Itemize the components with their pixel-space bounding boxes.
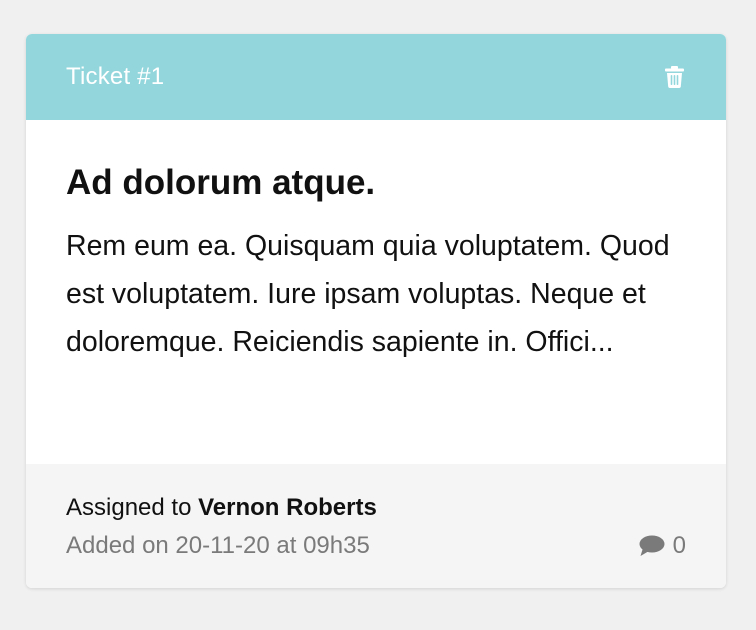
assignee-name: Vernon Roberts bbox=[198, 494, 377, 521]
comment-icon bbox=[639, 535, 665, 556]
ticket-description: Rem eum ea. Quisquam quia voluptatem. Qu… bbox=[66, 230, 670, 358]
assigned-line: Assigned to Vernon Roberts bbox=[66, 492, 686, 524]
ticket-header: Ticket #1 bbox=[26, 34, 726, 120]
ticket-title: Ad dolorum atque. bbox=[66, 163, 376, 202]
assigned-prefix: Assigned to bbox=[66, 494, 192, 521]
ticket-card: Ticket #1 Ad dolorum atque. Rem eum ea. … bbox=[26, 34, 726, 588]
meta-row: Added on 20-11-20 at 09h35 0 bbox=[66, 530, 686, 562]
delete-button[interactable] bbox=[662, 64, 686, 90]
trash-icon bbox=[664, 66, 684, 88]
comments-link[interactable]: 0 bbox=[639, 532, 686, 560]
ticket-body: Ad dolorum atque. Rem eum ea. Quisquam q… bbox=[26, 120, 726, 464]
ticket-number: Ticket #1 bbox=[66, 63, 165, 90]
added-date: Added on 20-11-20 at 09h35 bbox=[66, 532, 370, 559]
ticket-footer: Assigned to Vernon Roberts Added on 20-1… bbox=[26, 464, 726, 588]
comment-count: 0 bbox=[672, 532, 686, 559]
